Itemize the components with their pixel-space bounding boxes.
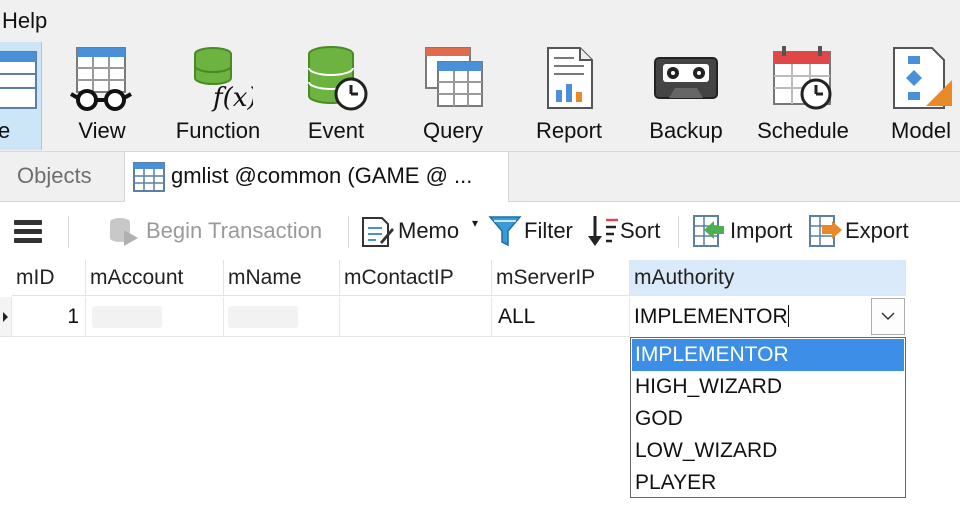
ribbon-query-button[interactable]: Query (410, 42, 496, 150)
dropdown-option-god[interactable]: GOD (632, 403, 904, 435)
model-icon (893, 47, 952, 109)
sort-label: Sort (620, 218, 661, 243)
filter-icon (488, 216, 522, 247)
dropdown-option-player[interactable]: PLAYER (632, 467, 904, 499)
tab-objects[interactable]: Objects (0, 152, 124, 202)
report-icon (547, 47, 593, 109)
import-button[interactable]: Import (692, 214, 802, 250)
data-grid: mID mAccount mName mContactIP mServerIP … (0, 260, 960, 524)
ribbon-report-button[interactable]: Report (526, 42, 612, 150)
export-label: Export (845, 218, 909, 243)
ribbon-schedule-label: Schedule (757, 118, 849, 143)
redacted-value (228, 306, 298, 328)
ribbon-table-label: e (0, 118, 11, 143)
backup-icon (654, 57, 718, 99)
svg-text:f(x): f(x) (211, 83, 253, 113)
column-header-mID[interactable]: mID (12, 260, 86, 296)
cell-mAuthority-editor[interactable]: IMPLEMENTOR (630, 297, 906, 337)
dropdown-toggle-button[interactable] (871, 298, 905, 335)
tab-gmlist[interactable]: gmlist @common (GAME @ ... (124, 152, 509, 203)
ribbon-backup-button[interactable]: Backup (640, 42, 732, 150)
function-icon: f(x) (194, 47, 253, 113)
memo-label: Memo (398, 218, 460, 243)
authority-dropdown-list: IMPLEMENTOR HIGH_WIZARD GOD LOW_WIZARD P… (630, 337, 906, 498)
ribbon-model-button[interactable]: Model (882, 42, 960, 150)
chevron-down-icon[interactable]: ▾ (472, 216, 478, 230)
cell-mServerIP[interactable]: ALL (492, 297, 630, 337)
row-indicator[interactable] (0, 297, 12, 337)
toolbar-separator (348, 216, 349, 248)
view-icon (70, 47, 132, 111)
begin-transaction-button[interactable]: Begin Transaction (106, 214, 338, 250)
memo-button[interactable]: Memo ▾ (360, 214, 484, 250)
transaction-icon (110, 218, 138, 246)
chevron-down-icon (881, 312, 895, 321)
filter-label: Filter (524, 218, 573, 243)
ribbon-backup-label: Backup (649, 118, 723, 143)
hamburger-menu-button[interactable] (12, 214, 44, 250)
begin-transaction-label: Begin Transaction (146, 218, 323, 243)
column-header-mServerIP[interactable]: mServerIP (492, 260, 630, 296)
export-button[interactable]: Export (808, 214, 918, 250)
dropdown-option-high-wizard[interactable]: HIGH_WIZARD (632, 371, 904, 403)
ribbon-view-button[interactable]: View (58, 42, 146, 150)
table-icon (133, 162, 165, 192)
ribbon-query-label: Query (423, 118, 483, 143)
current-row-arrow-icon (3, 312, 8, 322)
cell-mName[interactable] (224, 297, 340, 337)
ribbon-toolbar: e View f(x) Function (0, 42, 960, 152)
sort-icon (588, 216, 618, 246)
event-icon (308, 46, 368, 111)
data-toolbar: Begin Transaction Memo ▾ Filter Sort Imp… (0, 202, 960, 260)
column-header-mAuthority[interactable]: mAuthority (630, 260, 906, 296)
ribbon-table-button[interactable]: e (0, 42, 42, 150)
ribbon-function-label: Function (175, 118, 261, 143)
memo-icon (362, 217, 394, 247)
authority-combo-input[interactable]: IMPLEMENTOR (634, 305, 789, 329)
export-icon (809, 215, 842, 247)
tab-bar: Objects gmlist @common (GAME @ ... (0, 152, 960, 203)
ribbon-schedule-button[interactable]: Schedule (752, 42, 854, 150)
ribbon-model-label: Model (891, 118, 951, 143)
query-icon (425, 47, 483, 107)
column-header-mAccount[interactable]: mAccount (86, 260, 224, 296)
ribbon-event-label: Event (307, 118, 365, 143)
text-caret (787, 305, 789, 327)
ribbon-event-button[interactable]: Event (294, 42, 378, 150)
import-label: Import (730, 218, 793, 243)
ribbon-view-label: View (78, 118, 126, 143)
toolbar-separator (68, 216, 69, 248)
import-icon (693, 215, 724, 247)
menu-help[interactable]: Help (2, 8, 47, 34)
schedule-icon (773, 46, 832, 110)
toolbar-separator (678, 216, 679, 248)
cell-mContactIP[interactable] (340, 297, 492, 337)
column-header-mContactIP[interactable]: mContactIP (340, 260, 492, 296)
cell-mAccount[interactable] (86, 297, 224, 337)
ribbon-report-label: Report (535, 118, 603, 143)
redacted-value (92, 306, 162, 328)
authority-combo-value: IMPLEMENTOR (634, 305, 788, 328)
ribbon-function-button[interactable]: f(x) Function (166, 42, 270, 150)
menu-bar: Help (0, 0, 960, 42)
menu-icon (14, 220, 42, 243)
filter-button[interactable]: Filter (488, 214, 580, 250)
sort-button[interactable]: Sort (586, 214, 668, 250)
dropdown-option-low-wizard[interactable]: LOW_WIZARD (632, 435, 904, 467)
dropdown-option-implementor[interactable]: IMPLEMENTOR (632, 339, 904, 371)
column-header-mName[interactable]: mName (224, 260, 340, 296)
cell-mID[interactable]: 1 (12, 297, 86, 337)
table-icon (0, 51, 37, 109)
tab-gmlist-label: gmlist @common (GAME @ ... (171, 163, 473, 188)
